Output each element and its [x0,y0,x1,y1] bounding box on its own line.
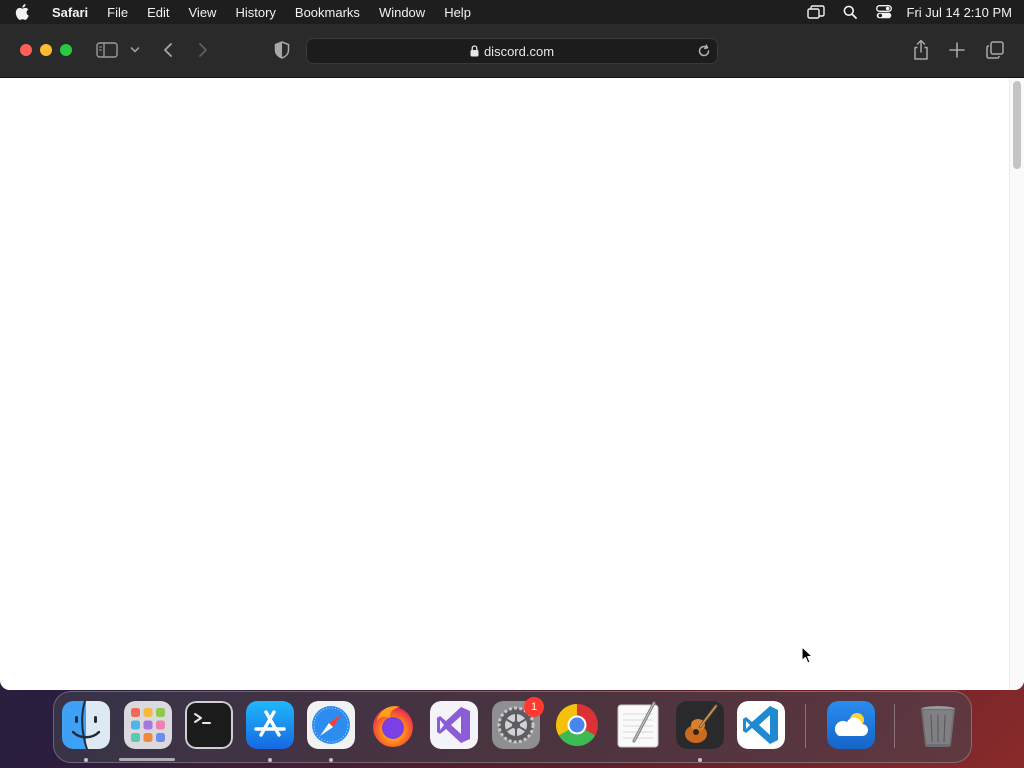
reload-icon[interactable] [696,43,712,59]
control-center-icon[interactable] [867,5,901,19]
mouse-cursor-icon [801,646,814,669]
menu-app-name[interactable]: Safari [44,5,98,20]
dock-textedit[interactable] [614,701,662,749]
address-bar[interactable]: discord.com [306,38,718,64]
share-icon[interactable] [912,39,930,61]
menu-history[interactable]: History [226,5,285,20]
scrollbar-thumb[interactable] [1013,81,1021,169]
trash-icon [921,706,955,748]
tab-overview-icon[interactable] [986,41,1004,59]
garageband-icon [676,701,724,749]
dock-visual-studio[interactable] [430,701,478,749]
screen-mirroring-icon[interactable] [799,5,833,19]
garageband-running-indicator [698,758,702,762]
firefox-icon [373,706,413,747]
terminal-icon [185,701,233,749]
menu-bookmarks[interactable]: Bookmarks [285,5,369,20]
dock-trash[interactable] [914,701,962,749]
spotlight-search-icon[interactable] [833,5,867,19]
privacy-shield-icon[interactable] [274,41,290,59]
dock-firefox[interactable] [369,701,417,749]
finder-icon [62,701,110,749]
weather-icon [827,701,875,749]
finder-running-indicator [84,758,88,762]
safari-icon [307,701,355,749]
sidebar-toggle-icon[interactable] [96,42,118,58]
dock-garageband[interactable] [676,701,724,749]
lock-icon [470,45,479,57]
back-arrow-icon[interactable] [162,42,174,58]
browser-toolbar: discord.com [0,24,1024,78]
address-url: discord.com [483,43,555,59]
vertical-scrollbar[interactable] [1009,78,1024,690]
menu-view[interactable]: View [179,5,226,20]
safari-running-indicator [329,758,333,762]
system-settings-notification-badge: 1 [524,697,544,717]
dock-weather[interactable] [827,701,875,749]
dock-separator-trash [894,704,895,748]
app-store-icon [246,701,294,749]
safari-window: discord.com [0,24,1024,690]
dock-safari[interactable] [307,701,355,749]
minimize-window-button[interactable] [40,44,52,56]
dock-visual-studio-code[interactable] [737,701,785,749]
menu-bar-clock[interactable]: Fri Jul 14 2:10 PM [901,5,1013,20]
chevron-down-icon[interactable] [130,46,140,54]
web-page-content[interactable] [0,78,1024,690]
app-store-running-indicator [268,758,272,762]
menu-window[interactable]: Window [369,5,434,20]
apple-menu-icon[interactable] [0,4,44,20]
dock-terminal[interactable] [185,701,233,749]
close-window-button[interactable] [20,44,32,56]
launchpad-icon [124,701,172,749]
dock-finder[interactable] [62,701,110,749]
dock-separator [805,704,806,748]
menu-file[interactable]: File [98,5,138,20]
dock-app-store[interactable] [246,701,294,749]
maximize-window-button[interactable] [60,44,72,56]
dock-google-chrome[interactable] [553,701,601,749]
menu-help[interactable]: Help [435,5,481,20]
launchpad-hover-underline [119,758,175,761]
visual-studio-icon [430,701,478,749]
menu-bar: Safari File Edit View History Bookmarks … [0,0,1024,24]
menu-edit[interactable]: Edit [138,5,179,20]
textedit-icon [617,701,659,748]
chrome-icon [555,704,598,747]
vscode-icon [737,701,785,749]
dock [53,691,972,763]
forward-arrow-icon[interactable] [197,42,209,58]
new-tab-plus-icon[interactable] [949,42,965,58]
dock-launchpad[interactable] [124,701,172,749]
